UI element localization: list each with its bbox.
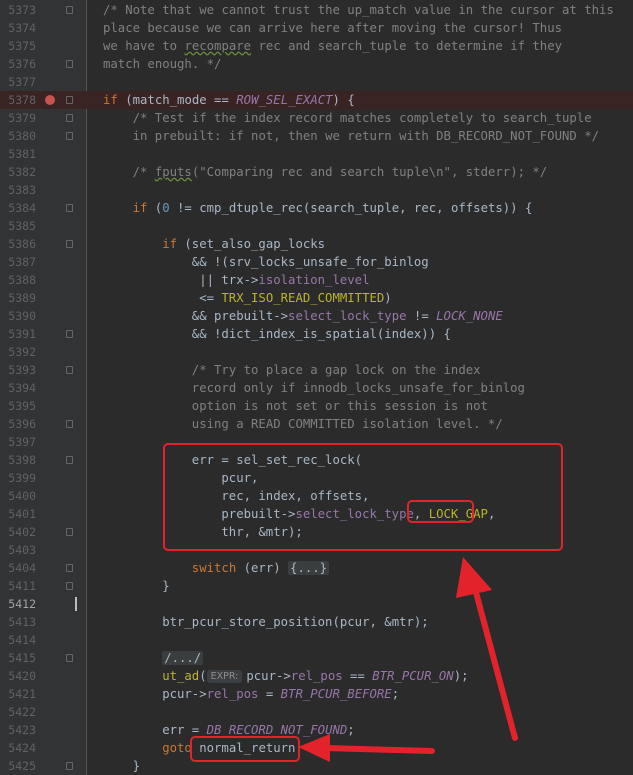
- arrow-left-icon: [298, 734, 435, 762]
- arrow-up-icon: [456, 557, 518, 741]
- code-editor[interactable]: 5373/* Note that we cannot trust the up_…: [0, 0, 633, 775]
- annotation-arrows: [298, 557, 518, 762]
